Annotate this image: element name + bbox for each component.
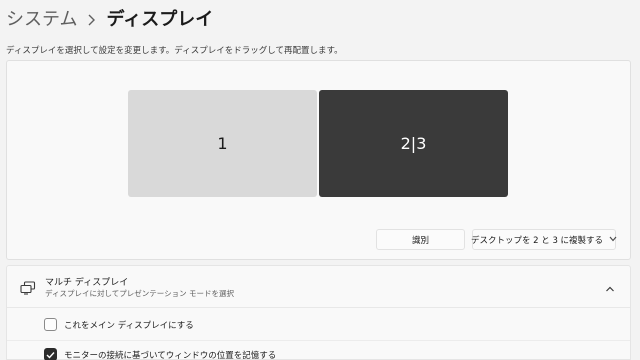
identify-button-label: 識別 — [411, 235, 429, 246]
remember-window-position-checkbox[interactable] — [44, 348, 57, 360]
arrangement-instruction: ディスプレイを選択して設定を変更します。ディスプレイをドラッグして再配置します。 — [6, 46, 343, 56]
monitor-2-3-tile[interactable]: 2|3 — [319, 90, 508, 197]
monitor-2-3-label: 2|3 — [400, 134, 427, 153]
chevron-up-icon[interactable] — [604, 280, 616, 292]
multi-display-title: マルチ ディスプレイ — [45, 278, 129, 288]
display-settings-page: システム ディスプレイ ディスプレイを選択して設定を変更します。ディスプレイをド… — [0, 0, 640, 360]
monitor-1-tile[interactable]: 1 — [128, 90, 317, 197]
display-arrangement-panel: 1 2|3 識別 デスクトップを 2 と 3 に複製する — [6, 60, 631, 260]
chevron-down-icon — [609, 235, 617, 244]
make-main-display-label: これをメイン ディスプレイにする — [64, 321, 194, 331]
breadcrumb-system-link[interactable]: システム — [6, 8, 77, 32]
breadcrumb: システム ディスプレイ — [6, 8, 213, 32]
page-title: ディスプレイ — [106, 9, 214, 30]
multi-display-subtitle: ディスプレイに対してプレゼンテーション モードを選択 — [45, 289, 234, 298]
display-mode-dropdown[interactable]: デスクトップを 2 と 3 に複製する — [470, 229, 617, 250]
make-main-display-checkbox[interactable] — [44, 318, 57, 331]
make-main-display-row: これをメイン ディスプレイにする — [7, 308, 630, 341]
identify-button[interactable]: 識別 — [376, 229, 465, 250]
remember-window-position-row: モニターの接続に基づいてウィンドウの位置を記憶する — [7, 342, 630, 360]
chevron-right-icon — [87, 14, 96, 26]
multi-display-header[interactable]: マルチ ディスプレイ ディスプレイに対してプレゼンテーション モードを選択 — [7, 266, 630, 308]
display-mode-value: デスクトップを 2 と 3 に複製する — [470, 235, 604, 246]
multi-monitor-icon — [20, 280, 36, 295]
remember-window-position-label: モニターの接続に基づいてウィンドウの位置を記憶する — [64, 351, 277, 360]
monitor-1-label: 1 — [217, 134, 228, 153]
checkmark-icon — [46, 351, 55, 359]
multi-display-section: マルチ ディスプレイ ディスプレイに対してプレゼンテーション モードを選択 これ… — [6, 265, 631, 360]
